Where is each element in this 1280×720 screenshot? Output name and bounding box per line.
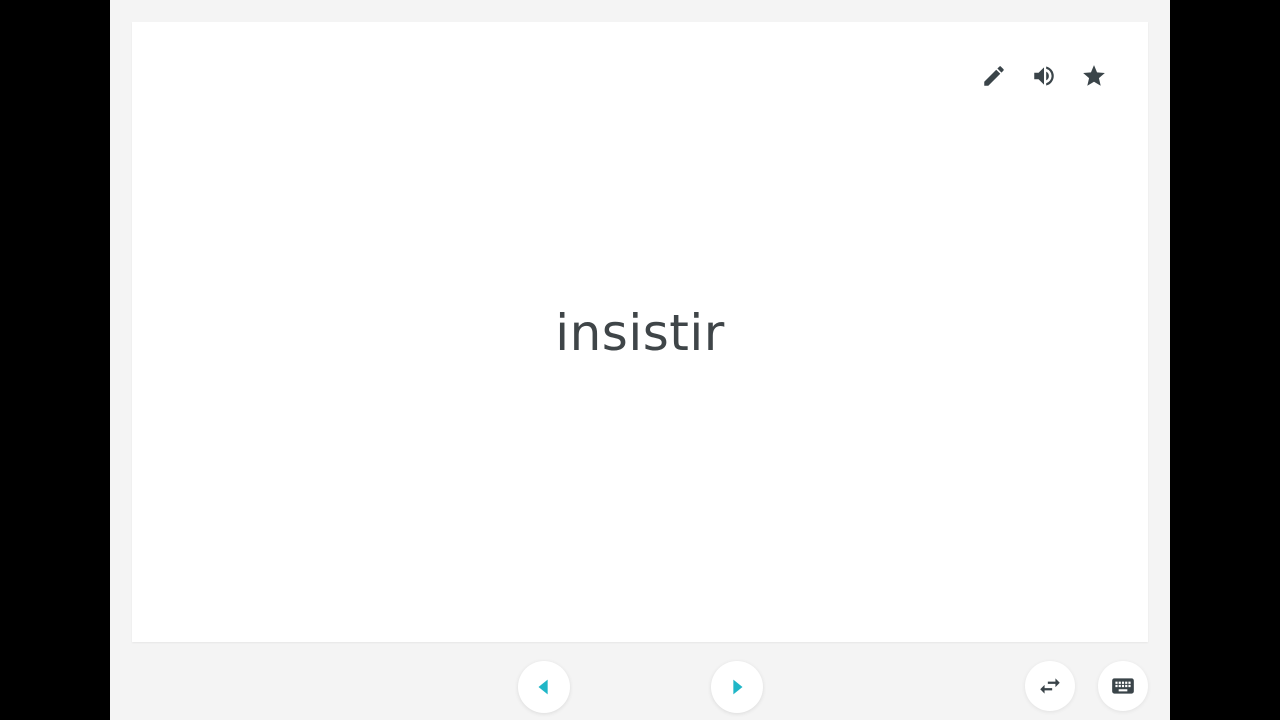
swap-sides-button[interactable] xyxy=(1025,661,1075,711)
keyboard-button[interactable] xyxy=(1098,661,1148,711)
swap-arrows-icon xyxy=(1040,678,1060,694)
star-icon xyxy=(1083,65,1105,86)
bottom-controls xyxy=(110,645,1170,720)
card-toolbar xyxy=(980,62,1108,90)
previous-card-button[interactable] xyxy=(518,661,570,713)
next-card-button[interactable] xyxy=(711,661,763,713)
chevron-right-icon xyxy=(733,679,743,695)
flashcard[interactable]: insistir xyxy=(132,22,1148,642)
speaker-icon xyxy=(1034,66,1054,86)
pencil-icon xyxy=(984,66,1004,86)
audio-button[interactable] xyxy=(1030,62,1058,90)
flashcard-term: insistir xyxy=(555,304,725,362)
flashcard-stage: insistir xyxy=(110,0,1170,720)
star-button[interactable] xyxy=(1080,62,1108,90)
edit-button[interactable] xyxy=(980,62,1008,90)
chevron-left-icon xyxy=(538,679,548,695)
keyboard-icon xyxy=(1112,678,1134,694)
